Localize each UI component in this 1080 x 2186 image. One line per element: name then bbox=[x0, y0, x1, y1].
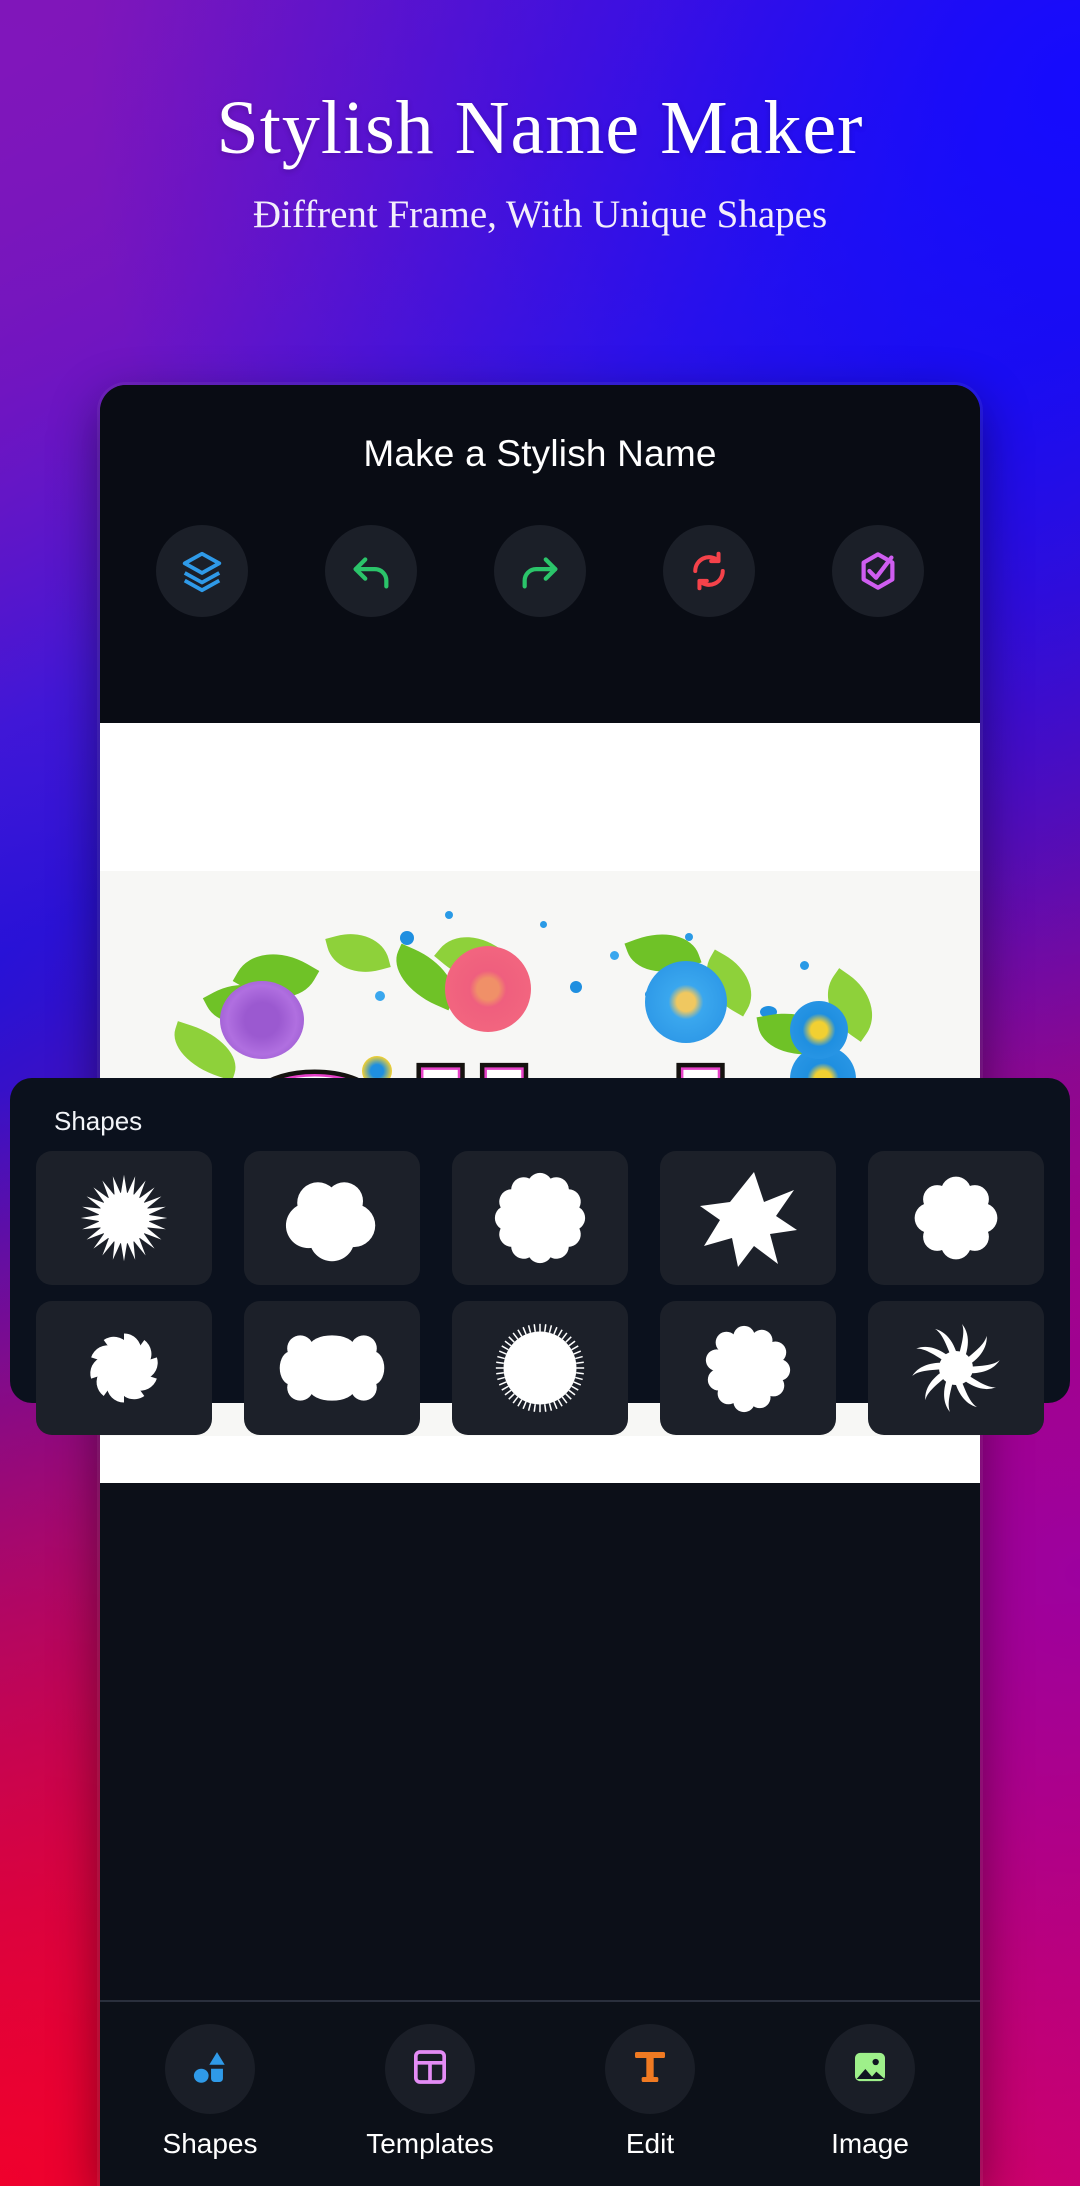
image-icon-wrap bbox=[825, 2024, 915, 2114]
pinwheel-petals-icon bbox=[76, 1320, 172, 1416]
shape-tile-flower-12-petal[interactable] bbox=[452, 1151, 628, 1285]
nav-item-shapes[interactable]: Shapes bbox=[125, 2024, 295, 2160]
done-button[interactable] bbox=[831, 525, 924, 617]
nav-item-edit[interactable]: Edit bbox=[565, 2024, 735, 2160]
scalloped-octagon-icon bbox=[909, 1171, 1003, 1265]
layers-button[interactable] bbox=[156, 525, 249, 617]
shape-tile-spiky-starburst[interactable] bbox=[36, 1151, 212, 1285]
shape-tile-cloud-blob[interactable] bbox=[244, 1151, 420, 1285]
text-icon-wrap bbox=[605, 2024, 695, 2114]
shape-tile-pinwheel-petals[interactable] bbox=[36, 1301, 212, 1435]
nav-label-templates: Templates bbox=[366, 2128, 494, 2159]
swirl-sun-icon bbox=[906, 1318, 1006, 1418]
shapes-panel-title: Shapes bbox=[54, 1106, 143, 1136]
reset-button[interactable] bbox=[662, 525, 755, 617]
layers-icon bbox=[179, 548, 225, 594]
shapes-icon bbox=[189, 2046, 231, 2093]
shape-tile-seven-point-star[interactable] bbox=[660, 1151, 836, 1285]
undo-icon bbox=[348, 548, 394, 594]
rounded-banner-icon bbox=[276, 1324, 388, 1412]
flower-12-petal-icon bbox=[492, 1170, 588, 1266]
shape-tile-rounded-banner[interactable] bbox=[244, 1301, 420, 1435]
image-icon bbox=[850, 2047, 890, 2092]
page-title: Stylish Name Maker bbox=[216, 86, 864, 170]
nav-label-shapes: Shapes bbox=[162, 2128, 258, 2159]
undo-button[interactable] bbox=[325, 525, 418, 617]
editor-toolbar bbox=[100, 525, 980, 617]
check-done-icon bbox=[855, 548, 901, 594]
seven-point-star-icon bbox=[698, 1168, 798, 1268]
shape-tile-swirl-sun[interactable] bbox=[868, 1301, 1044, 1435]
shapes-panel: Shapes bbox=[10, 1078, 1070, 1435]
text-icon bbox=[630, 2047, 670, 2092]
templates-icon-wrap bbox=[385, 2024, 475, 2114]
canvas-top-margin bbox=[100, 723, 980, 871]
nav-label-image: Image bbox=[831, 2128, 909, 2159]
shape-row bbox=[36, 1151, 1044, 1285]
shape-tile-fine-serrated-circle[interactable] bbox=[452, 1301, 628, 1435]
shapes-icon-wrap bbox=[165, 2024, 255, 2114]
cloud-blob-icon bbox=[280, 1171, 384, 1265]
canvas-bottom-margin bbox=[100, 1436, 980, 1483]
shape-grid bbox=[36, 1151, 1044, 1435]
shape-row bbox=[36, 1301, 1044, 1435]
shape-tile-wavy-blob[interactable] bbox=[660, 1301, 836, 1435]
nav-label-edit: Edit bbox=[625, 2128, 675, 2159]
fine-serrated-circle-icon bbox=[492, 1320, 588, 1416]
spiky-starburst-icon bbox=[77, 1171, 171, 1265]
templates-icon bbox=[410, 2047, 450, 2092]
page-subtitle: Điffrent Frame, With Unique Shapes bbox=[252, 193, 828, 236]
app-title: Make a Stylish Name bbox=[363, 433, 717, 474]
wavy-blob-icon bbox=[699, 1319, 797, 1417]
nav-item-templates[interactable]: Templates bbox=[345, 2024, 515, 2160]
app-topbar: Make a Stylish Name bbox=[100, 385, 980, 723]
redo-icon bbox=[517, 548, 563, 594]
redo-button[interactable] bbox=[493, 525, 586, 617]
hero-section: Stylish Name Maker Điffrent Frame, With … bbox=[0, 0, 1080, 237]
shape-tile-scalloped-octagon[interactable] bbox=[868, 1151, 1044, 1285]
nav-item-image[interactable]: Image bbox=[785, 2024, 955, 2160]
reset-icon bbox=[687, 549, 731, 593]
bottom-navigation: Shapes Templates Edit Image bbox=[100, 2000, 980, 2186]
